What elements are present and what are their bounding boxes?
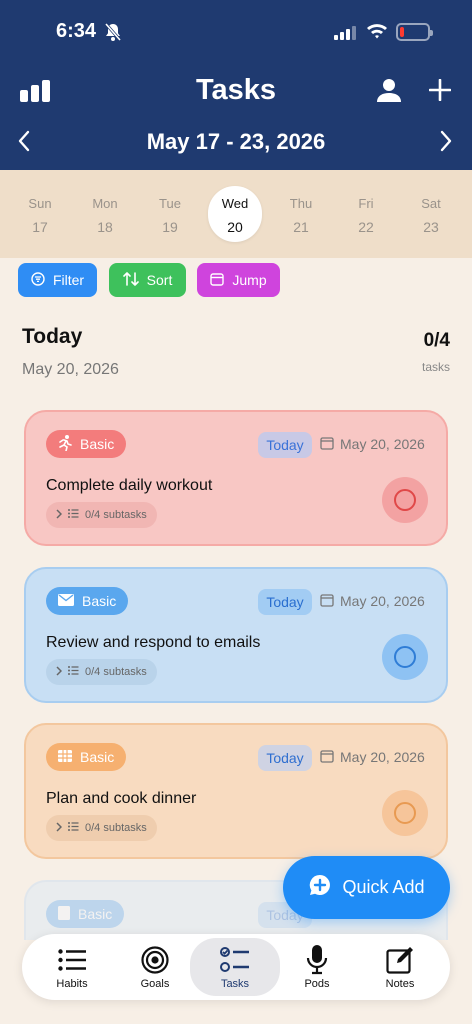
category-tag[interactable]: Basic <box>46 743 127 771</box>
subtasks-toggle[interactable]: 0/4 subtasks <box>46 815 157 841</box>
sort-arrows-icon <box>122 271 139 289</box>
circle-icon <box>394 489 416 511</box>
jump-button[interactable]: Jump <box>197 263 280 297</box>
calendar-icon <box>320 749 334 768</box>
chevron-right-icon <box>56 821 63 835</box>
status-bar: 6:34 <box>0 18 472 48</box>
complete-task-button[interactable] <box>382 790 428 836</box>
circle-icon <box>394 802 416 824</box>
date-range: May 17 - 23, 2026 <box>146 129 326 154</box>
chat-plus-icon <box>308 873 332 902</box>
bottom-nav: Habits Goals Tasks Pods Notes <box>22 934 450 1000</box>
nav-tasks[interactable]: Tasks <box>190 938 280 996</box>
list-icon <box>30 944 114 976</box>
day-sun[interactable]: Sun 17 <box>12 184 68 242</box>
day-thu[interactable]: Thu 21 <box>273 184 329 242</box>
nav-habits[interactable]: Habits <box>30 934 114 1000</box>
day-mon[interactable]: Mon 18 <box>77 184 133 242</box>
document-icon <box>58 905 70 923</box>
today-pill: Today <box>258 745 312 771</box>
add-icon[interactable] <box>428 78 452 106</box>
complete-task-button[interactable] <box>382 477 428 523</box>
task-title: Complete daily workout <box>46 477 213 494</box>
week-strip: Sun 17 Mon 18 Tue 19 Wed 20 Thu 21 Fri 22 Sat 2… <box>0 170 472 258</box>
task-card[interactable]: Basic Today May 20, 2026 Plan and cook d… <box>24 723 448 859</box>
task-card[interactable]: Basic Today May 20, 2026 Review and resp… <box>24 567 448 703</box>
task-title: Review and respond to emails <box>46 634 261 651</box>
list-icon <box>68 822 79 834</box>
runner-icon <box>58 434 72 454</box>
category-tag[interactable]: Basic <box>46 587 129 615</box>
category-tag[interactable]: Basic <box>46 430 127 458</box>
app-header: 6:34 Tasks May 17 - 23, 2026 <box>0 0 472 170</box>
complete-task-button[interactable] <box>382 634 428 680</box>
task-card[interactable]: Basic Today May 20, 2026 Complete daily … <box>24 410 448 546</box>
section-date: May 20, 2026 <box>22 361 119 378</box>
calendar-icon <box>210 272 225 289</box>
target-icon <box>113 944 197 976</box>
nav-pods[interactable]: Pods <box>275 934 359 1000</box>
section-title: Today <box>22 325 83 348</box>
task-count-label: tasks <box>421 360 450 374</box>
calendar-icon <box>320 436 334 455</box>
bell-muted-icon <box>104 22 122 47</box>
envelope-icon <box>58 593 74 609</box>
list-icon <box>68 509 79 521</box>
task-title: Plan and cook dinner <box>46 790 197 807</box>
day-wed-selected[interactable]: Wed 20 <box>208 186 262 242</box>
day-fri[interactable]: Fri 22 <box>338 184 394 242</box>
filter-button[interactable]: Filter <box>18 263 97 297</box>
category-tag[interactable]: Basic <box>46 900 125 928</box>
page-title: Tasks <box>195 74 277 106</box>
list-icon <box>68 666 79 678</box>
circle-icon <box>394 646 416 668</box>
chevron-right-icon <box>56 665 63 679</box>
quick-add-button[interactable]: Quick Add <box>283 856 450 919</box>
nav-notes[interactable]: Notes <box>358 934 442 1000</box>
battery-icon <box>396 23 433 41</box>
user-profile-icon[interactable] <box>377 78 401 107</box>
sort-button[interactable]: Sort <box>109 263 186 297</box>
subtasks-toggle[interactable]: 0/4 subtasks <box>46 659 157 685</box>
note-edit-icon <box>358 944 442 976</box>
day-sat[interactable]: Sat 23 <box>403 184 459 242</box>
task-due-date: May 20, 2026 <box>340 749 425 765</box>
nav-goals[interactable]: Goals <box>113 934 197 1000</box>
calendar-icon <box>320 593 334 612</box>
wifi-icon <box>366 22 388 45</box>
chevron-right-icon <box>56 508 63 522</box>
filter-icon <box>31 271 45 289</box>
today-pill: Today <box>258 589 312 615</box>
grid-icon <box>58 749 72 765</box>
status-time: 6:34 <box>56 20 97 42</box>
task-count: 0/4 <box>423 330 450 351</box>
subtasks-toggle[interactable]: 0/4 subtasks <box>46 502 157 528</box>
microphone-icon <box>275 944 359 976</box>
chevron-right-icon[interactable] <box>438 130 454 157</box>
task-due-date: May 20, 2026 <box>340 436 425 452</box>
today-pill: Today <box>258 432 312 458</box>
task-due-date: May 20, 2026 <box>340 593 425 609</box>
cellular-signal-icon <box>334 26 356 45</box>
checklist-icon <box>190 944 280 976</box>
day-tue[interactable]: Tue 19 <box>142 184 198 242</box>
